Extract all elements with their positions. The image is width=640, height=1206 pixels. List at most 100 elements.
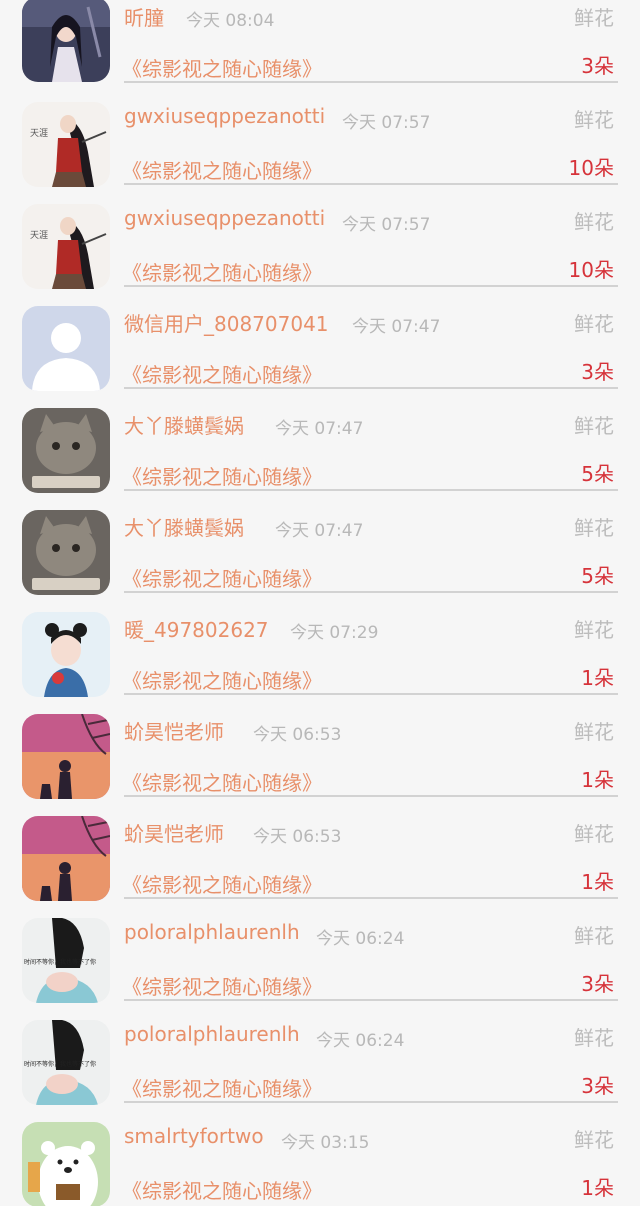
gift-type: 鲜花: [574, 924, 614, 948]
avatar[interactable]: [22, 816, 110, 901]
timestamp: 今天 07:57: [342, 113, 431, 133]
timestamp: 今天 06:24: [316, 929, 405, 949]
timestamp: 今天 06:53: [253, 827, 342, 847]
username[interactable]: 微信用户_808707041: [124, 308, 329, 337]
username[interactable]: 大丫滕蟥鬓娲: [124, 410, 244, 439]
list-item[interactable]: 天涯 gwxiuseqppezanotti 今天 07:57 鲜花 《综影视之随…: [0, 102, 640, 204]
avatar[interactable]: [22, 306, 110, 391]
book-title[interactable]: 《综影视之随心随缘》: [122, 665, 322, 694]
avatar[interactable]: [22, 408, 110, 493]
book-title[interactable]: 《综影视之随心随缘》: [122, 359, 322, 388]
timestamp: 今天 03:15: [281, 1133, 370, 1153]
divider: [124, 897, 618, 899]
gift-type: 鲜花: [574, 312, 614, 336]
book-title[interactable]: 《综影视之随心随缘》: [122, 257, 322, 286]
gift-count: 3朵: [581, 1074, 614, 1098]
timestamp: 今天 07:47: [352, 317, 441, 337]
gift-type: 鲜花: [574, 516, 614, 540]
gift-type: 鲜花: [574, 108, 614, 132]
gift-count: 1朵: [581, 768, 614, 792]
gift-type: 鲜花: [574, 720, 614, 744]
gift-record-list: 昕朣 今天 08:04 鲜花 《综影视之随心随缘》 3朵 天涯 gwxiuseq…: [0, 0, 640, 1206]
gift-type: 鲜花: [574, 618, 614, 642]
timestamp: 今天 06:53: [253, 725, 342, 745]
divider: [124, 693, 618, 695]
list-item[interactable]: 时间不等你，我也等不了你 poloralphlaurenlh 今天 06:24 …: [0, 1020, 640, 1122]
avatar-calligraphy: 天涯: [30, 230, 48, 241]
avatar[interactable]: 天涯: [22, 204, 110, 289]
gift-type: 鲜花: [574, 1026, 614, 1050]
book-title[interactable]: 《综影视之随心随缘》: [122, 971, 322, 1000]
gift-count: 10朵: [568, 258, 614, 282]
book-title[interactable]: 《综影视之随心随缘》: [122, 767, 322, 796]
list-item[interactable]: 暖_497802627 今天 07:29 鲜花 《综影视之随心随缘》 1朵: [0, 612, 640, 714]
avatar[interactable]: [22, 612, 110, 697]
username[interactable]: gwxiuseqppezanotti: [124, 104, 325, 128]
avatar[interactable]: [22, 714, 110, 799]
list-item[interactable]: 蚧昊恺老师 今天 06:53 鲜花 《综影视之随心随缘》 1朵: [0, 714, 640, 816]
avatar[interactable]: [22, 0, 110, 82]
divider: [124, 1101, 618, 1103]
book-title[interactable]: 《综影视之随心随缘》: [122, 53, 322, 82]
book-title[interactable]: 《综影视之随心随缘》: [122, 563, 322, 592]
gift-type: 鲜花: [574, 210, 614, 234]
gift-type: 鲜花: [574, 822, 614, 846]
divider: [124, 591, 618, 593]
avatar[interactable]: [22, 510, 110, 595]
avatar[interactable]: [22, 1122, 110, 1206]
username[interactable]: 大丫滕蟥鬓娲: [124, 512, 244, 541]
gift-count: 3朵: [581, 972, 614, 996]
list-item[interactable]: smalrtyfortwo 今天 03:15 鲜花 《综影视之随心随缘》 1朵: [0, 1122, 640, 1206]
timestamp: 今天 07:47: [275, 419, 364, 439]
avatar-caption: 时间不等你，我也等不了你: [24, 1060, 96, 1068]
timestamp: 今天 08:04: [186, 11, 275, 31]
list-item[interactable]: 蚧昊恺老师 今天 06:53 鲜花 《综影视之随心随缘》 1朵: [0, 816, 640, 918]
list-item[interactable]: 昕朣 今天 08:04 鲜花 《综影视之随心随缘》 3朵: [0, 0, 640, 102]
book-title[interactable]: 《综影视之随心随缘》: [122, 1175, 322, 1204]
divider: [124, 81, 618, 83]
list-item[interactable]: 大丫滕蟥鬓娲 今天 07:47 鲜花 《综影视之随心随缘》 5朵: [0, 510, 640, 612]
divider: [124, 285, 618, 287]
avatar[interactable]: 天涯: [22, 102, 110, 187]
gift-count: 5朵: [581, 564, 614, 588]
timestamp: 今天 07:29: [290, 623, 379, 643]
username[interactable]: 蚧昊恺老师: [124, 716, 224, 745]
book-title[interactable]: 《综影视之随心随缘》: [122, 155, 322, 184]
list-item[interactable]: 微信用户_808707041 今天 07:47 鲜花 《综影视之随心随缘》 3朵: [0, 306, 640, 408]
divider: [124, 183, 618, 185]
book-title[interactable]: 《综影视之随心随缘》: [122, 869, 322, 898]
divider: [124, 387, 618, 389]
book-title[interactable]: 《综影视之随心随缘》: [122, 461, 322, 490]
book-title[interactable]: 《综影视之随心随缘》: [122, 1073, 322, 1102]
timestamp: 今天 06:24: [316, 1031, 405, 1051]
gift-type: 鲜花: [574, 414, 614, 438]
gift-type: 鲜花: [574, 6, 614, 30]
username[interactable]: poloralphlaurenlh: [124, 920, 300, 944]
gift-count: 1朵: [581, 870, 614, 894]
gift-count: 10朵: [568, 156, 614, 180]
gift-type: 鲜花: [574, 1128, 614, 1152]
gift-count: 3朵: [581, 360, 614, 384]
divider: [124, 489, 618, 491]
username[interactable]: smalrtyfortwo: [124, 1124, 264, 1148]
avatar-calligraphy: 天涯: [30, 128, 48, 139]
username[interactable]: 蚧昊恺老师: [124, 818, 224, 847]
list-item[interactable]: 天涯 gwxiuseqppezanotti 今天 07:57 鲜花 《综影视之随…: [0, 204, 640, 306]
username[interactable]: 昕朣: [124, 2, 164, 31]
timestamp: 今天 07:47: [275, 521, 364, 541]
avatar[interactable]: 时间不等你，我也等不了你: [22, 918, 110, 1003]
avatar-caption: 时间不等你，我也等不了你: [24, 958, 96, 966]
list-item[interactable]: 时间不等你，我也等不了你 poloralphlaurenlh 今天 06:24 …: [0, 918, 640, 1020]
gift-count: 5朵: [581, 462, 614, 486]
gift-count: 1朵: [581, 666, 614, 690]
divider: [124, 795, 618, 797]
avatar[interactable]: 时间不等你，我也等不了你: [22, 1020, 110, 1105]
gift-count: 3朵: [581, 54, 614, 78]
list-item[interactable]: 大丫滕蟥鬓娲 今天 07:47 鲜花 《综影视之随心随缘》 5朵: [0, 408, 640, 510]
timestamp: 今天 07:57: [342, 215, 431, 235]
gift-count: 1朵: [581, 1176, 614, 1200]
username[interactable]: 暖_497802627: [124, 614, 269, 643]
username[interactable]: poloralphlaurenlh: [124, 1022, 300, 1046]
divider: [124, 999, 618, 1001]
username[interactable]: gwxiuseqppezanotti: [124, 206, 325, 230]
